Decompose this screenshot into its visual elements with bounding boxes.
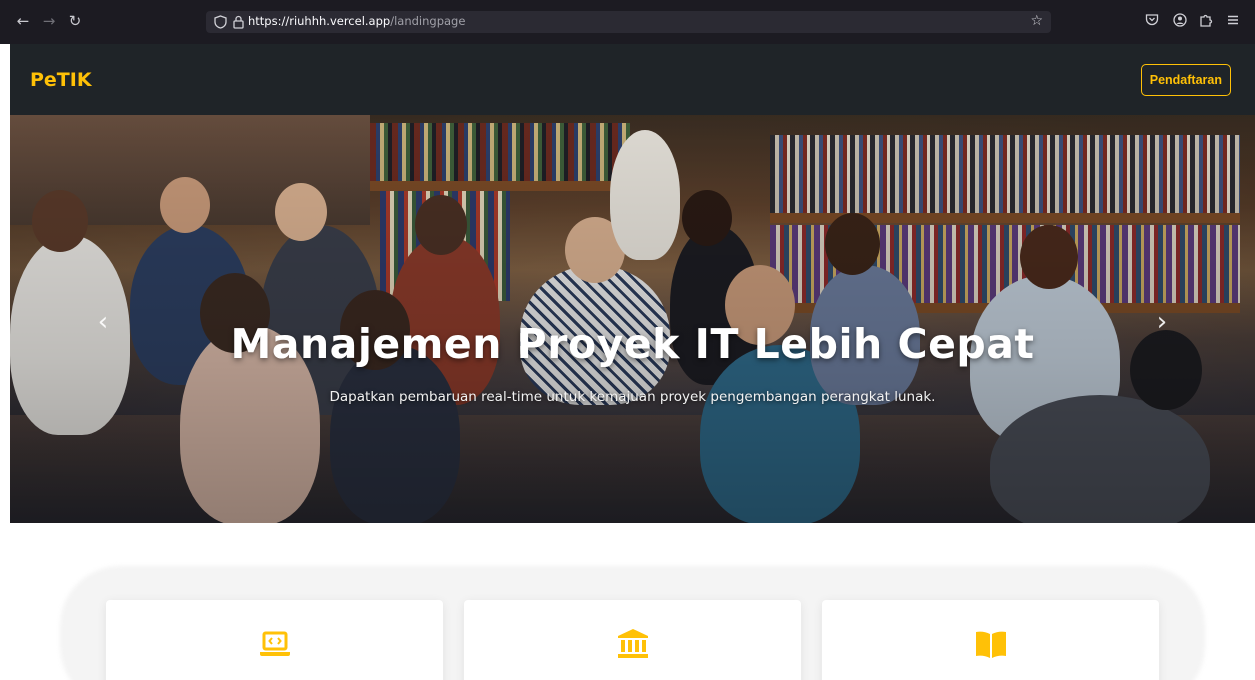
hero-title: Manajemen Proyek IT Lebih Cepat (230, 320, 1035, 368)
feature-card (464, 600, 801, 680)
open-book-icon (975, 631, 1006, 658)
lock-icon[interactable] (233, 15, 244, 29)
hero-subtitle: Dapatkan pembaruan real-time untuk kemaj… (329, 389, 936, 405)
extensions-icon[interactable] (1199, 13, 1213, 27)
pocket-icon[interactable] (1145, 13, 1159, 27)
laptop-code-icon (259, 631, 290, 656)
web-page: PeTIK Pendaftaran ‹ › Manajemen Proyek I… (10, 44, 1255, 680)
account-icon[interactable] (1173, 13, 1187, 27)
url-path: /landingpage (390, 14, 466, 28)
reload-icon[interactable]: ↻ (64, 10, 86, 32)
menu-icon[interactable] (1226, 13, 1240, 27)
address-bar[interactable]: https://riuhhh.vercel.app/landingpage ☆ (206, 11, 1051, 33)
back-icon[interactable]: ← (12, 10, 34, 32)
hero-carousel: ‹ › Manajemen Proyek IT Lebih Cepat Dapa… (10, 115, 1255, 523)
feature-card (822, 600, 1159, 680)
feature-card (106, 600, 443, 680)
browser-toolbar: ← → ↻ https://riuhhh.vercel.app/landingp… (0, 0, 1255, 44)
url-text[interactable]: https://riuhhh.vercel.app/landingpage (248, 14, 465, 28)
url-host: https://riuhhh.vercel.app (248, 14, 391, 28)
bookmark-star-icon[interactable]: ☆ (1030, 13, 1043, 29)
brand-logo[interactable]: PeTIK (30, 69, 92, 91)
shield-icon[interactable] (214, 15, 227, 29)
site-navbar: PeTIK Pendaftaran (10, 44, 1255, 115)
building-columns-icon (617, 629, 648, 658)
register-button[interactable]: Pendaftaran (1140, 64, 1231, 96)
forward-icon[interactable]: → (38, 10, 60, 32)
hero-overlay (10, 115, 1255, 523)
